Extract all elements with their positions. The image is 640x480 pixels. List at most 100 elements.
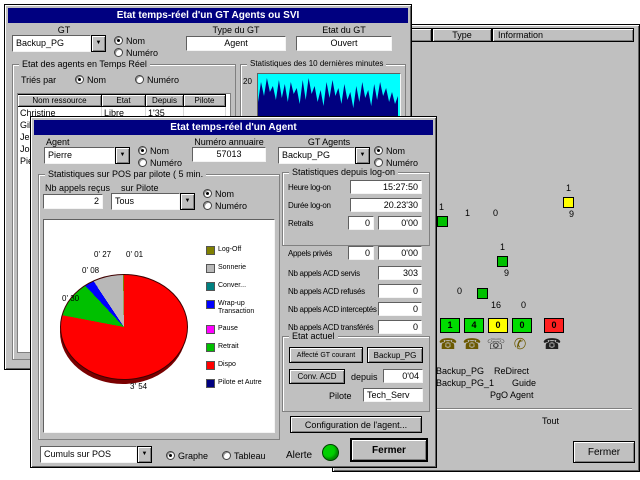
stat-value: 0'00 <box>378 216 422 230</box>
pie-label: 0' 01 <box>126 250 143 259</box>
radio-label: Tableau <box>234 451 266 461</box>
pilot-state-indicator: 0 <box>544 318 564 333</box>
radio-tries-numero[interactable]: Numéro <box>135 74 179 85</box>
stat-label: Retraits <box>288 219 313 228</box>
radio-gtagents-nom[interactable]: Nom <box>374 145 405 156</box>
etat-gt-label: Etat du GT <box>296 25 392 35</box>
legend-label: Pause <box>218 325 238 333</box>
pilote-combobox-value[interactable]: Tous <box>111 193 180 210</box>
tout-label: Tout <box>542 416 559 426</box>
radio-gt-numero[interactable]: Numéro <box>114 47 158 58</box>
radio-circle <box>166 451 175 460</box>
table-column-header[interactable]: Depuis <box>146 94 184 107</box>
table-column-header[interactable]: Etat <box>102 94 146 107</box>
depuis-label: depuis <box>351 372 378 382</box>
radio-agent-nom[interactable]: Nom <box>138 145 169 156</box>
gt-window-titlebar[interactable]: Etat temps-réel d'un GT Agents ou SVI <box>8 8 408 23</box>
window-agent-realtime: Etat temps-réel d'un Agent Agent Pierre … <box>30 116 437 468</box>
stat-label: Heure log-on <box>288 183 331 192</box>
stat-value: 0 <box>348 216 374 230</box>
cumuls-combobox[interactable]: Cumuls sur POS ▼ <box>40 446 152 463</box>
radio-label: Nom <box>215 189 234 199</box>
radio-label: Numéro <box>386 158 418 168</box>
radio-label: Numéro <box>150 158 182 168</box>
phone-icon[interactable]: ☎ <box>542 334 562 356</box>
table-column-header[interactable]: Nom ressource <box>18 94 102 107</box>
legend-label: Pilote et Autre <box>218 379 262 387</box>
radio-circle <box>203 189 212 198</box>
backup-pg-button[interactable]: Backup_PG <box>367 347 423 363</box>
radio-tries-nom[interactable]: Nom <box>75 74 106 85</box>
alerte-led <box>322 444 339 461</box>
fermer-button-agent[interactable]: Fermer <box>350 438 428 462</box>
radio-agent-numero[interactable]: Numéro <box>138 157 182 168</box>
pos-stats-title: Statistiques sur POS par pilote ( 5 min. <box>45 169 206 179</box>
stat-value: 0'00 <box>378 246 422 260</box>
cumuls-combobox-value[interactable]: Cumuls sur POS <box>40 446 137 463</box>
radio-label: Nom <box>150 146 169 156</box>
affecte-gt-button[interactable]: Affecté GT courant <box>289 347 363 363</box>
nb-recus-value: 2 <box>43 194 103 209</box>
pie-label: 0' 08 <box>82 266 99 275</box>
node-count-label: 0 <box>457 286 462 296</box>
stat-value: 303 <box>378 266 422 280</box>
pilote-combobox[interactable]: Tous ▼ <box>111 193 195 210</box>
config-agent-button[interactable]: Configuration de l'agent... <box>290 416 422 433</box>
gt-combobox[interactable]: Backup_PG ▼ <box>12 35 106 52</box>
pilot-state-indicator: 0 <box>488 318 508 333</box>
phone-icon[interactable]: ☎ <box>462 334 482 356</box>
legend-item: Dispo <box>206 361 270 370</box>
radio-label: Numéro <box>126 48 158 58</box>
phone-icon[interactable]: ☎ <box>438 334 458 356</box>
dropdown-arrow-icon[interactable]: ▼ <box>180 193 195 210</box>
node-count-label: 1 <box>439 202 444 212</box>
conv-acd-button[interactable]: Conv. ACD <box>289 369 345 384</box>
radio-pilote-nom[interactable]: Nom <box>203 188 234 199</box>
handset-icon[interactable]: ☏ <box>486 334 506 356</box>
fermer-button-overview[interactable]: Fermer <box>573 441 635 463</box>
legend-item: Retrait <box>206 343 270 352</box>
stat-value: 15:27:50 <box>350 180 422 194</box>
table-column-header[interactable]: Pilote <box>184 94 226 107</box>
etat-actuel-title: Etat actuel <box>289 331 338 341</box>
dropdown-arrow-icon[interactable]: ▼ <box>355 147 370 164</box>
radio-graphe[interactable]: Graphe <box>166 450 208 461</box>
agent-combobox[interactable]: Pierre ▼ <box>44 147 130 164</box>
stat-value: 0 <box>378 284 422 298</box>
legend-item: Sonnerie <box>206 264 270 273</box>
radio-gt-nom[interactable]: Nom <box>114 35 145 46</box>
legend-item: Log-Off <box>206 246 270 255</box>
radio-tableau[interactable]: Tableau <box>222 450 266 461</box>
sur-pilote-label: sur Pilote <box>121 183 159 193</box>
radio-label: Graphe <box>178 451 208 461</box>
agent-combobox-value[interactable]: Pierre <box>44 147 115 164</box>
radio-label: Nom <box>386 146 405 156</box>
radio-pilote-numero[interactable]: Numéro <box>203 200 247 211</box>
pilot-label: PgO Agent <box>490 390 534 400</box>
etat-actuel-group: Etat actuel Affecté GT courant Backup_PG… <box>282 336 430 412</box>
pie-label: 3' 54 <box>130 382 147 391</box>
pilot-state-indicator: 0 <box>512 318 532 333</box>
agent-window-titlebar[interactable]: Etat temps-réel d'un Agent <box>34 120 433 135</box>
gt-agents-combobox[interactable]: Backup_PG ▼ <box>278 147 370 164</box>
annuaire-value: 57013 <box>192 147 266 162</box>
dropdown-arrow-icon[interactable]: ▼ <box>137 446 152 463</box>
legend-swatch-icon <box>206 325 215 334</box>
dropdown-arrow-icon[interactable]: ▼ <box>115 147 130 164</box>
pie-label: 0' 27 <box>94 250 111 259</box>
gt-agents-combobox-value[interactable]: Backup_PG <box>278 147 355 164</box>
depuis-value: 0'04 <box>383 369 423 383</box>
legend-item: Conver... <box>206 282 270 291</box>
legend-label: Sonnerie <box>218 264 246 272</box>
gt-combobox-value[interactable]: Backup_PG <box>12 35 91 52</box>
stat-label: Durée log-on <box>288 201 331 210</box>
radio-label: Nom <box>126 36 145 46</box>
nb-recus-label: Nb appels reçus <box>45 183 110 193</box>
stat-value: 0 <box>378 320 422 334</box>
ten-min-stats-title: Statistiques des 10 dernières minutes <box>247 59 386 68</box>
dropdown-arrow-icon[interactable]: ▼ <box>91 35 106 52</box>
phone-icon[interactable]: ✆ <box>510 334 530 356</box>
legend-label: Retrait <box>218 343 239 351</box>
pie-legend: Log-OffSonnerieConver...Wrap-up Transact… <box>206 246 270 397</box>
radio-circle <box>374 146 383 155</box>
